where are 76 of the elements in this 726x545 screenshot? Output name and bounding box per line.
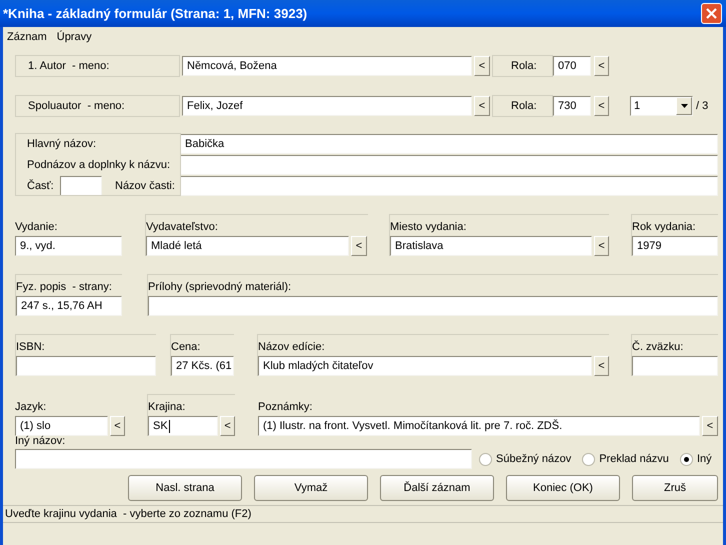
text-field[interactable]: 070: [553, 56, 591, 76]
close-button[interactable]: [701, 3, 722, 24]
field-label: Prílohy (sprievodný materiál):: [148, 280, 292, 294]
field-label: Poznámky:: [258, 400, 314, 414]
window-title: *Kniha - základný formulár (Strana: 1, MFN: 3923): [3, 4, 308, 23]
dropdown-button[interactable]: [676, 97, 692, 115]
text-field[interactable]: Babička: [180, 134, 718, 154]
text-field[interactable]: 9., vyd.: [15, 236, 122, 256]
field-label: Podnázov a doplnky k názvu:: [27, 158, 172, 173]
text-field[interactable]: 730: [553, 96, 591, 116]
field-label: Iný názov:: [15, 434, 66, 449]
picker-button[interactable]: <: [594, 96, 609, 116]
close-icon: [706, 8, 717, 19]
action-button[interactable]: Ďalší záznam: [380, 475, 494, 501]
text-field[interactable]: [16, 356, 156, 376]
text-field[interactable]: Klub mladých čitateľov: [258, 356, 592, 376]
field-label: Č. zväzku:: [632, 340, 684, 354]
picker-button[interactable]: <: [594, 236, 609, 256]
radio-button[interactable]: [479, 452, 492, 466]
picker-button[interactable]: <: [594, 356, 609, 376]
radio-button[interactable]: [680, 452, 693, 466]
radio-option[interactable]: Súbežný názov: [479, 450, 572, 468]
picker-button[interactable]: <: [474, 56, 490, 76]
field-label: Vydavateľstvo:: [146, 220, 219, 234]
action-button[interactable]: Koniec (OK): [506, 475, 620, 501]
picker-button[interactable]: <: [474, 96, 490, 116]
text-field[interactable]: [148, 296, 718, 316]
field-label: Spoluautor - meno:: [28, 98, 125, 114]
caret-icon: [680, 104, 688, 108]
field-label: Cena:: [171, 340, 202, 354]
text-field[interactable]: [60, 176, 102, 196]
picker-button[interactable]: <: [220, 416, 235, 436]
radio-option[interactable]: Iný: [680, 450, 712, 468]
dropdown-value: 1: [634, 98, 640, 114]
text-field[interactable]: [180, 176, 718, 196]
picker-button[interactable]: <: [594, 56, 609, 76]
menu-item[interactable]: Úpravy: [56, 28, 92, 46]
field-label: ISBN:: [16, 340, 46, 354]
text-field[interactable]: 27 Kčs. (61: [171, 356, 234, 376]
field-label: Krajina:: [148, 400, 186, 414]
text-field[interactable]: (1) slo: [15, 416, 108, 436]
picker-button[interactable]: <: [110, 416, 125, 436]
picker-button[interactable]: <: [702, 416, 718, 436]
field-label: Názov edície:: [258, 340, 326, 354]
action-button[interactable]: Zruš: [632, 475, 718, 501]
text-field[interactable]: SK: [148, 416, 218, 436]
radio-option[interactable]: Preklad názvu: [582, 450, 669, 468]
text-field[interactable]: Němcová, Božena: [182, 56, 472, 76]
field-label: Rok vydania:: [632, 220, 697, 234]
text-field[interactable]: [632, 356, 718, 376]
field-label: / 3: [696, 98, 708, 114]
field-label: 1. Autor - meno:: [28, 58, 110, 74]
field-label: Rola:: [511, 58, 537, 74]
text-field[interactable]: Bratislava: [390, 236, 592, 256]
field-label: Miesto vydania:: [390, 220, 468, 234]
field-label: Časť:: [27, 178, 55, 194]
field-label: Jazyk:: [15, 400, 48, 414]
field-label: Fyz. popis - strany:: [16, 280, 113, 294]
text-field[interactable]: (1) Ilustr. na front. Vysvetl. Mimočítanková lit. pre 7. roč. ZDŠ.: [258, 416, 700, 436]
dropdown[interactable]: 1: [630, 96, 693, 116]
text-field[interactable]: [15, 449, 472, 469]
radio-button[interactable]: [582, 452, 596, 466]
text-field[interactable]: 1979: [632, 236, 718, 256]
picker-button[interactable]: <: [351, 236, 367, 256]
text-field[interactable]: Mladé letá: [146, 236, 349, 256]
menu-item[interactable]: Záznam: [7, 28, 47, 46]
status-text: Uveďte krajinu vydania - vyberte zo zoznamu (F2): [5, 506, 252, 522]
text-field[interactable]: [180, 155, 718, 175]
action-button[interactable]: Vymaž: [254, 475, 368, 501]
action-button[interactable]: Nasl. strana: [128, 475, 242, 501]
field-label: Rola:: [511, 98, 537, 114]
field-label: Vydanie:: [15, 220, 58, 234]
field-label: Hlavný názov:: [27, 136, 98, 152]
field-label: Názov časti:: [115, 178, 176, 194]
text-field[interactable]: 247 s., 15,76 AH: [16, 296, 122, 316]
text-field[interactable]: Felix, Jozef: [182, 96, 472, 116]
